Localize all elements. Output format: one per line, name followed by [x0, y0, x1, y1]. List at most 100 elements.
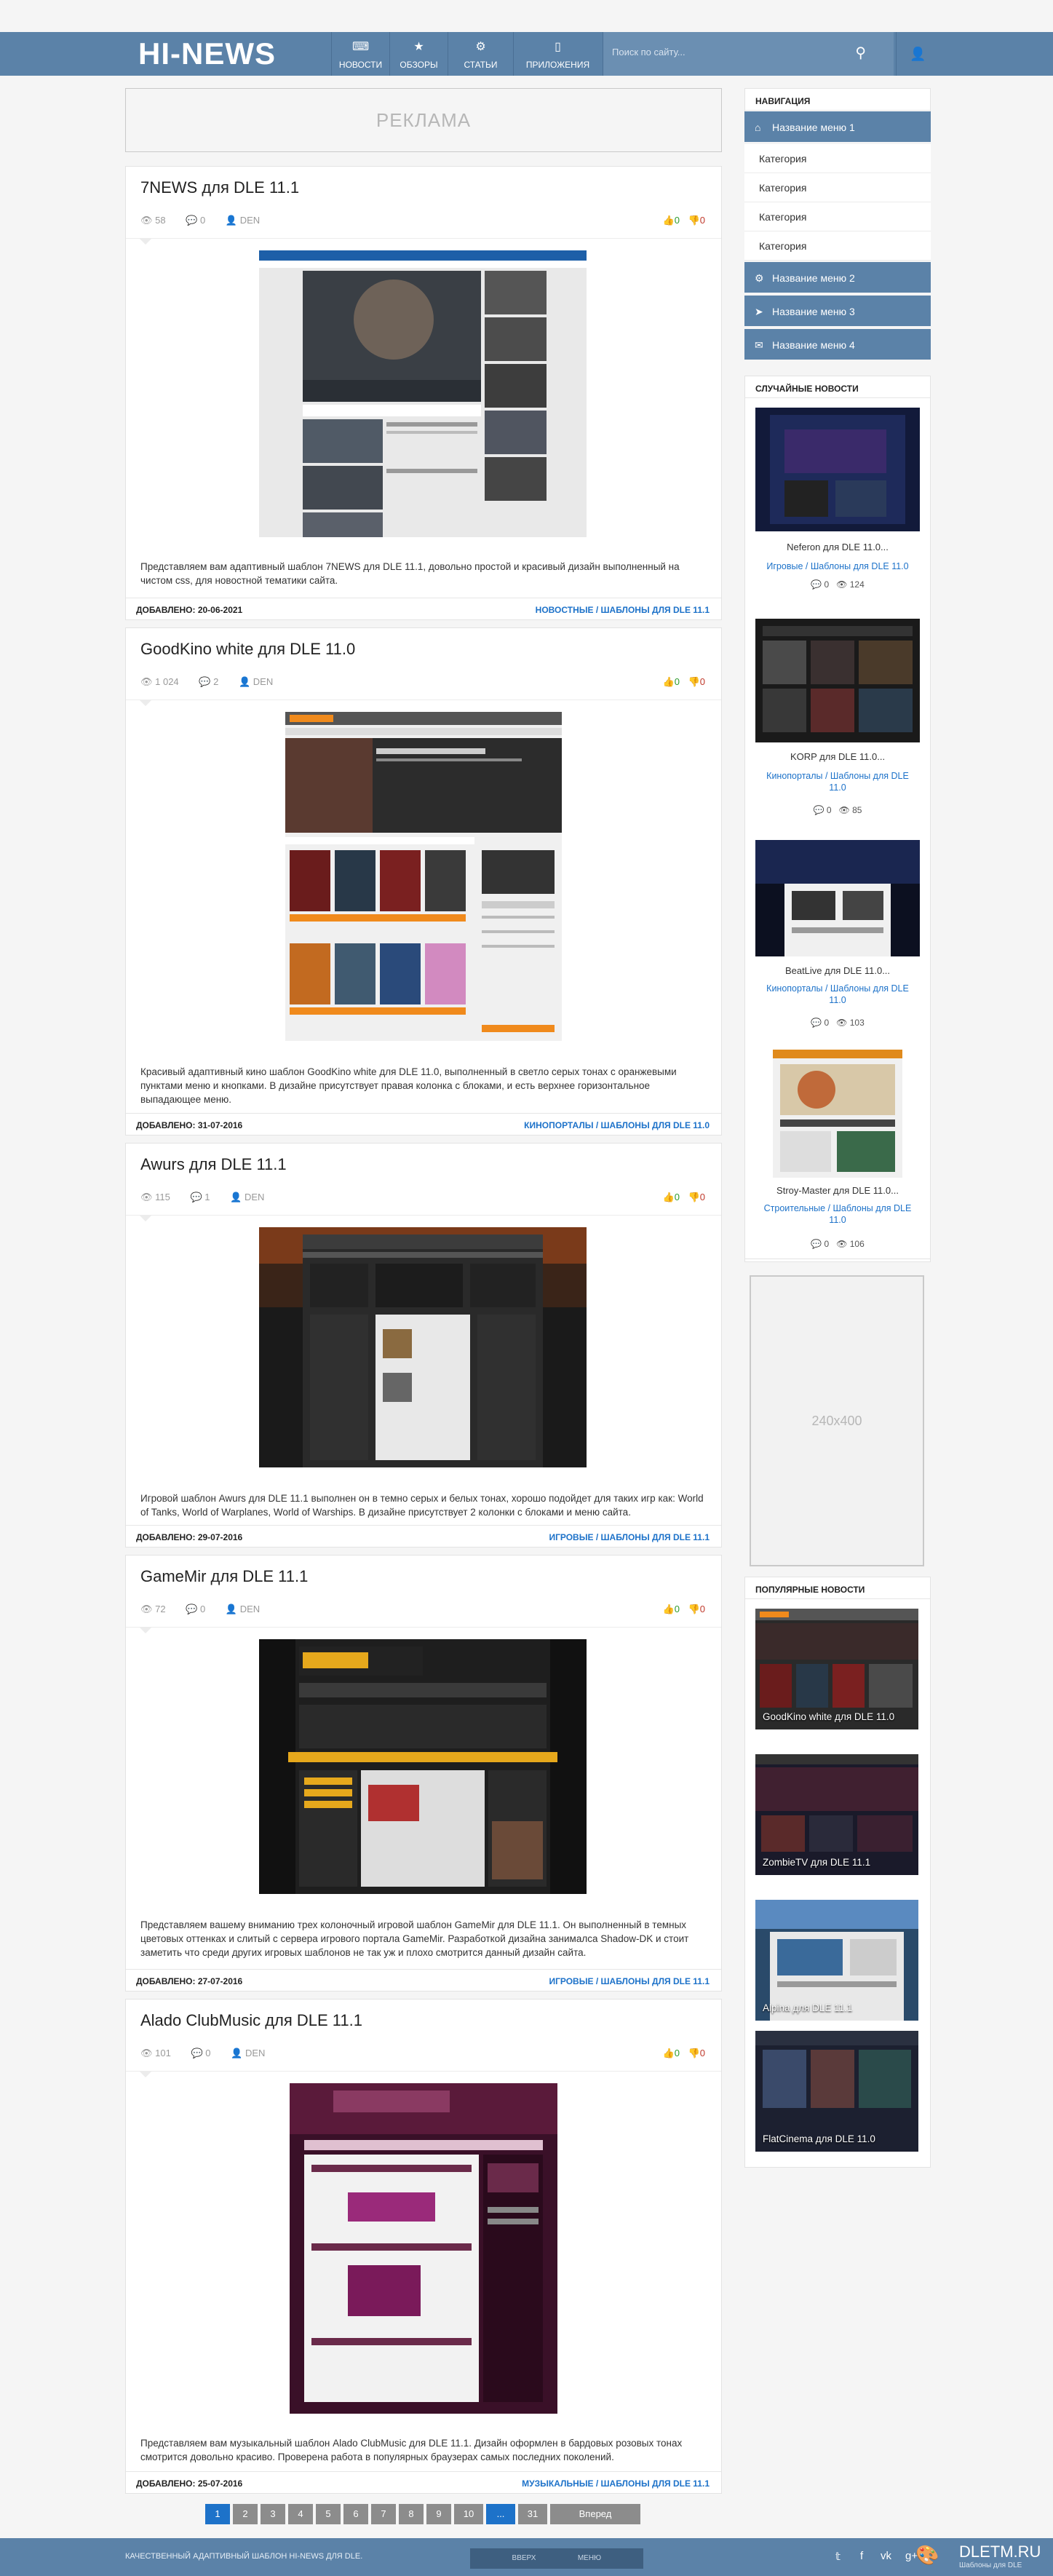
random-news-item[interactable]: Stroy-Master для DLE 11.0... Строительны…: [744, 1044, 931, 1259]
page-1[interactable]: 1: [205, 2504, 230, 2524]
like-button[interactable]: 👍0: [663, 215, 680, 226]
random-news-item[interactable]: Neferon для DLE 11.0... Игровые / Шаблон…: [744, 399, 931, 610]
author-icon: 👤 DEN: [231, 2048, 266, 2058]
page-4[interactable]: 4: [288, 2504, 313, 2524]
random-news-category[interactable]: Кинопорталы / Шаблоны для DLE 11.0: [745, 983, 930, 1006]
home-icon: ⌂: [755, 122, 761, 133]
dislike-button[interactable]: 👎0: [688, 1604, 705, 1614]
page-10[interactable]: 10: [454, 2504, 483, 2524]
post-title[interactable]: 7NEWS для DLE 11.1: [140, 178, 299, 197]
post-screenshot[interactable]: [259, 1639, 587, 1894]
post-screenshot[interactable]: [259, 250, 587, 537]
popular-news-title[interactable]: GoodKino white для DLE 11.0: [763, 1711, 894, 1722]
random-news-thumb[interactable]: [773, 1050, 902, 1178]
page-31[interactable]: 31: [518, 2504, 547, 2524]
post-votes: 👍0 👎0: [663, 1604, 705, 1615]
sidebar-menu-1[interactable]: ⌂ Название меню 1: [744, 111, 931, 143]
random-news-title[interactable]: Neferon для DLE 11.0...: [745, 542, 930, 552]
dislike-button[interactable]: 👎0: [688, 2048, 705, 2058]
random-news-title[interactable]: BeatLive для DLE 11.0...: [745, 965, 930, 976]
post-category-link[interactable]: ИГРОВЫЕ / ШАБЛОНЫ ДЛЯ DLE 11.1: [549, 1532, 710, 1542]
sidebar-category[interactable]: Категория: [744, 144, 931, 173]
dislike-button[interactable]: 👎0: [688, 1192, 705, 1202]
sidebar-category[interactable]: Категория: [744, 173, 931, 202]
post-votes: 👍0 👎0: [663, 1192, 705, 1203]
sidebar-menu-3[interactable]: ➤ Название меню 3: [744, 296, 931, 328]
page-5[interactable]: 5: [316, 2504, 341, 2524]
dislike-button[interactable]: 👎0: [688, 215, 705, 226]
page-9[interactable]: 9: [426, 2504, 451, 2524]
post-screenshot[interactable]: [259, 1227, 587, 1467]
random-news-title[interactable]: KORP для DLE 11.0...: [745, 751, 930, 762]
site-logo[interactable]: HI-NEWS: [138, 36, 276, 71]
author-name[interactable]: DEN: [245, 2048, 265, 2058]
page-8[interactable]: 8: [399, 2504, 424, 2524]
post-footer: ДОБАВЛЕНО: 25-07-2016 МУЗЫКАЛЬНЫЕ / ШАБЛ…: [126, 2471, 721, 2493]
like-button[interactable]: 👍0: [663, 1604, 680, 1614]
popular-news-item[interactable]: Alpina для DLE 11.1: [755, 1900, 918, 2021]
post-screenshot[interactable]: [290, 2083, 557, 2414]
sidebar-ad-banner[interactable]: 240x400: [750, 1275, 924, 1566]
popular-news-title[interactable]: Alpina для DLE 11.1: [763, 2002, 852, 2013]
author-name[interactable]: DEN: [240, 215, 260, 226]
like-button[interactable]: 👍0: [663, 1192, 680, 1202]
sidebar-menu-4[interactable]: ✉ Название меню 4: [744, 329, 931, 361]
footer-logo[interactable]: DLETM.RU: [959, 2543, 1041, 2561]
ad-banner[interactable]: РЕКЛАМА: [125, 88, 722, 152]
popular-news-item[interactable]: ZombieTV для DLE 11.1: [755, 1754, 918, 1875]
popular-news-title[interactable]: FlatCinema для DLE 11.0: [763, 2133, 875, 2144]
post-excerpt: Красивый адаптивный кино шаблон GoodKino…: [140, 1066, 677, 1105]
post-category-link[interactable]: МУЗЫКАЛЬНЫЕ / ШАБЛОНЫ ДЛЯ DLE 11.1: [522, 2478, 710, 2489]
random-news-category[interactable]: Игровые / Шаблоны для DLE 11.0: [745, 560, 930, 572]
nav-apps-label: ПРИЛОЖЕНИЯ: [525, 60, 590, 70]
page-2[interactable]: 2: [233, 2504, 258, 2524]
nav-news[interactable]: ⌨ НОВОСТИ: [331, 32, 389, 76]
user-login-button[interactable]: 👤: [896, 32, 939, 76]
next-page-button[interactable]: Вперед: [550, 2504, 640, 2524]
page-7[interactable]: 7: [371, 2504, 396, 2524]
post-votes: 👍0 👎0: [663, 676, 705, 688]
author-name[interactable]: DEN: [240, 1604, 260, 1614]
random-news-thumb[interactable]: [755, 619, 920, 742]
random-news-category[interactable]: Строительные / Шаблоны для DLE 11.0: [745, 1202, 930, 1226]
popular-news-title[interactable]: ZombieTV для DLE 11.1: [763, 1857, 870, 1868]
sidebar-category[interactable]: Категория: [744, 202, 931, 231]
like-button[interactable]: 👍0: [663, 2048, 680, 2058]
nav-apps[interactable]: ▯ ПРИЛОЖЕНИЯ: [513, 32, 602, 76]
page-ellipsis[interactable]: ...: [486, 2504, 515, 2524]
sidebar-category[interactable]: Категория: [744, 231, 931, 261]
sidebar-menu-2[interactable]: ⚙ Название меню 2: [744, 262, 931, 294]
popular-news-item[interactable]: GoodKino white для DLE 11.0: [755, 1609, 918, 1729]
random-news-item[interactable]: KORP для DLE 11.0... Кинопорталы / Шабло…: [744, 616, 931, 834]
random-news-title[interactable]: Stroy-Master для DLE 11.0...: [745, 1185, 930, 1196]
post-title[interactable]: GameMir для DLE 11.1: [140, 1567, 308, 1586]
random-news-thumb[interactable]: [755, 408, 920, 531]
like-button[interactable]: 👍0: [663, 676, 680, 687]
nav-reviews[interactable]: ★ ОБЗОРЫ: [389, 32, 448, 76]
post-title[interactable]: Awurs для DLE 11.1: [140, 1155, 287, 1174]
facebook-icon[interactable]: f: [860, 2550, 863, 2562]
random-news-thumb[interactable]: [755, 840, 920, 956]
popular-news-item[interactable]: FlatCinema для DLE 11.0: [755, 2031, 918, 2152]
footer-menu-button[interactable]: МЕНЮ: [536, 2548, 643, 2569]
page-6[interactable]: 6: [343, 2504, 368, 2524]
post-category-link[interactable]: ИГРОВЫЕ / ШАБЛОНЫ ДЛЯ DLE 11.1: [549, 1976, 710, 1986]
nav-articles[interactable]: ⚙ СТАТЬИ: [448, 32, 513, 76]
author-name[interactable]: DEN: [245, 1192, 264, 1202]
post-meta: 👁 72 💬 0 👤 DEN: [140, 1604, 277, 1615]
page-3[interactable]: 3: [261, 2504, 285, 2524]
vk-icon[interactable]: vk: [881, 2550, 891, 2562]
post-category-link[interactable]: КИНОПОРТАЛЫ / ШАБЛОНЫ ДЛЯ DLE 11.0: [524, 1120, 710, 1130]
post-screenshot[interactable]: [285, 712, 562, 1041]
dislike-button[interactable]: 👎0: [688, 676, 705, 687]
search-icon[interactable]: ⚲: [855, 44, 866, 62]
twitter-icon[interactable]: 𝕥: [835, 2550, 841, 2563]
random-news-item[interactable]: BeatLive для DLE 11.0... Кинопорталы / Ш…: [744, 837, 931, 1041]
post-category-link[interactable]: НОВОСТНЫЕ / ШАБЛОНЫ ДЛЯ DLE 11.1: [536, 605, 710, 615]
author-name[interactable]: DEN: [253, 676, 273, 687]
search-input[interactable]: Поиск по сайту... ⚲: [603, 32, 894, 76]
post-date: ДОБАВЛЕНО: 29-07-2016: [136, 1532, 243, 1542]
post-title[interactable]: GoodKino white для DLE 11.0: [140, 640, 355, 659]
random-news-category[interactable]: Кинопорталы / Шаблоны для DLE 11.0: [745, 770, 930, 793]
post-title[interactable]: Alado ClubMusic для DLE 11.1: [140, 2011, 362, 2030]
